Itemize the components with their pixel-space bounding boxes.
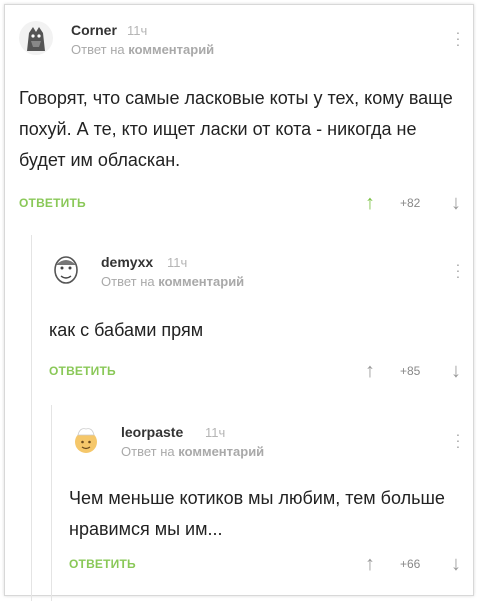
more-menu-icon[interactable]: · · · bbox=[455, 427, 461, 453]
reply-to-link[interactable]: Ответ на комментарий bbox=[71, 42, 214, 57]
arrow-up-icon[interactable]: ↑ bbox=[365, 192, 375, 215]
comment: Corner 11ч Ответ на комментарий · · · Гово… bbox=[19, 17, 471, 220]
comment: demyxx 11ч Ответ на комментарий · · · как … bbox=[49, 249, 471, 388]
username[interactable]: Corner bbox=[71, 22, 117, 38]
comment-actions: ОТВЕТИТЬ ↑ +85 ↓ bbox=[49, 358, 471, 388]
comment-header: Corner 11ч Ответ на комментарий · · · bbox=[19, 17, 471, 63]
cat-avatar-icon[interactable] bbox=[19, 21, 53, 55]
reply-prefix: Ответ на bbox=[121, 444, 175, 459]
comment-actions: ОТВЕТИТЬ ↑ +82 ↓ bbox=[19, 190, 471, 220]
reply-prefix: Ответ на bbox=[71, 42, 125, 57]
reply-button[interactable]: ОТВЕТИТЬ bbox=[19, 196, 86, 210]
comment-thread: Corner 11ч Ответ на комментарий · · · Гово… bbox=[4, 4, 474, 601]
reply-target: комментарий bbox=[178, 444, 265, 459]
comment-header: leorpaste 11ч Ответ на комментарий · · · bbox=[69, 419, 471, 465]
thread-line bbox=[51, 405, 52, 601]
rating-value: +85 bbox=[400, 364, 421, 378]
comment-header: demyxx 11ч Ответ на комментарий · · · bbox=[49, 249, 471, 295]
reply-button[interactable]: ОТВЕТИТЬ bbox=[69, 557, 136, 571]
comment-time: 11ч bbox=[127, 23, 148, 38]
rating-value: +82 bbox=[400, 196, 421, 210]
username[interactable]: demyxx bbox=[101, 254, 153, 270]
comment-actions: ОТВЕТИТЬ ↑ +66 ↓ bbox=[69, 551, 471, 581]
reply-button[interactable]: ОТВЕТИТЬ bbox=[49, 364, 116, 378]
reply-target: комментарий bbox=[158, 274, 245, 289]
more-menu-icon[interactable]: · · · bbox=[455, 257, 461, 283]
comment-text: Чем меньше котиков мы любим, тем больше … bbox=[69, 488, 445, 539]
chef-avatar-icon[interactable] bbox=[69, 423, 103, 457]
comment-text: Говорят, что самые ласковые коты у тех, … bbox=[19, 88, 453, 170]
reply-target: комментарий bbox=[128, 42, 215, 57]
arrow-up-icon[interactable]: ↑ bbox=[365, 360, 375, 383]
arrow-down-icon[interactable]: ↓ bbox=[451, 192, 461, 215]
reply-prefix: Ответ на bbox=[101, 274, 155, 289]
comment-time: 11ч bbox=[205, 425, 226, 440]
username[interactable]: leorpaste bbox=[121, 424, 183, 440]
rating-value: +66 bbox=[400, 557, 421, 571]
reply-to-link[interactable]: Ответ на комментарий bbox=[121, 444, 264, 459]
arrow-down-icon[interactable]: ↓ bbox=[451, 360, 461, 383]
thread-line bbox=[31, 235, 32, 601]
comment-time: 11ч bbox=[167, 255, 188, 270]
comment-text: как с бабами прям bbox=[49, 320, 204, 340]
arrow-down-icon[interactable]: ↓ bbox=[451, 553, 461, 576]
comment: leorpaste 11ч Ответ на комментарий · · · Ч… bbox=[69, 419, 471, 581]
reply-to-link[interactable]: Ответ на комментарий bbox=[101, 274, 244, 289]
arrow-up-icon[interactable]: ↑ bbox=[365, 553, 375, 576]
more-menu-icon[interactable]: · · · bbox=[455, 25, 461, 51]
face-avatar-icon[interactable] bbox=[49, 253, 83, 287]
